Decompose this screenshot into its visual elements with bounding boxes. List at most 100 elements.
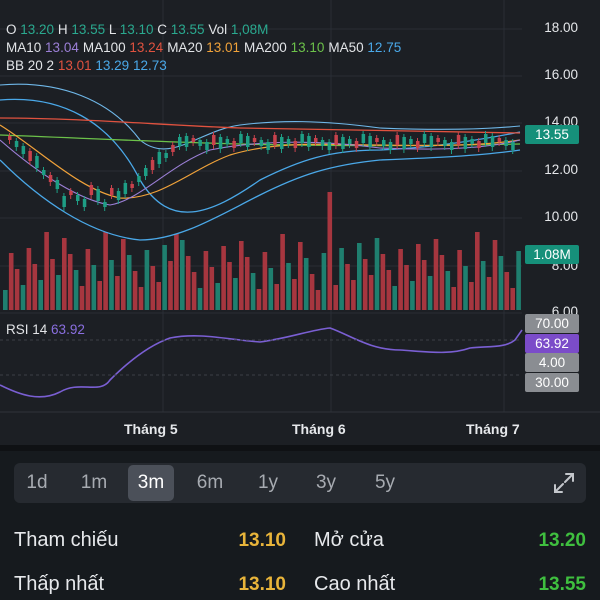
open-price-value: 13.20 (538, 530, 586, 551)
candle-body (402, 137, 406, 149)
volume-bar (256, 289, 262, 310)
tab-3y[interactable]: 3y (303, 463, 349, 503)
ma-value: 12.75 (367, 40, 402, 55)
volume-bar (433, 239, 439, 310)
volume-bar (132, 271, 138, 310)
candle-body (21, 146, 26, 154)
volume-bar (298, 242, 303, 310)
expand-icon[interactable] (552, 471, 576, 495)
volume-bar (280, 234, 285, 310)
low-price-value: 13.10 (238, 574, 286, 595)
candle-body (504, 140, 508, 146)
candle-body (450, 142, 454, 150)
volume-bar (321, 253, 327, 310)
volume-bar (386, 270, 392, 310)
high-price-value: 13.55 (538, 574, 586, 595)
volume-bar (191, 272, 197, 310)
volume-bar (126, 255, 132, 310)
bb-lower-value: 12.73 (132, 58, 167, 73)
volume-bar (109, 260, 114, 310)
tab-5y[interactable]: 5y (362, 463, 408, 503)
chart-area[interactable]: O 13.20 H 13.55 L 13.10 C 13.55 Vol 1,08… (0, 0, 600, 445)
candle-body (171, 145, 175, 152)
rsi-middle-level-tag: 4.00 (525, 353, 579, 372)
candle-body (35, 156, 39, 168)
volume-bar (73, 270, 79, 310)
volume-bar (227, 262, 232, 310)
high-price-label: Cao nhất (314, 573, 396, 595)
candle-body (76, 195, 80, 201)
rsi-label: RSI 14 (6, 322, 48, 337)
candle-body (225, 139, 230, 144)
ma-label: MA50 (328, 40, 364, 55)
month-label: Tháng 7 (466, 421, 520, 437)
price-axis-label: 18.00 (544, 20, 578, 35)
volume-bar (239, 241, 244, 310)
candle-body (42, 170, 46, 175)
candle-body (456, 135, 461, 145)
ma-value: 13.10 (290, 40, 325, 55)
volume-bar (362, 259, 368, 310)
open-label: O (6, 22, 17, 37)
divider (0, 445, 600, 451)
volume-bar (121, 239, 126, 310)
rsi-upper-level-tag: 70.00 (525, 314, 579, 333)
high-value: 13.55 (71, 22, 106, 37)
volume-bar (510, 288, 515, 310)
tab-1d[interactable]: 1d (14, 463, 60, 503)
candle-body (307, 136, 311, 147)
ma-label: MA20 (167, 40, 203, 55)
candle-body (314, 138, 318, 142)
ma50-line (0, 83, 521, 150)
tab-6m[interactable]: 6m (187, 463, 233, 503)
volume-bar (3, 290, 8, 310)
volume-bar (62, 238, 67, 310)
volume-bar (445, 271, 451, 310)
volume-bar (374, 238, 380, 310)
volume-bar (392, 286, 397, 310)
tab-1y[interactable]: 1y (245, 463, 291, 503)
volume-bar (410, 281, 415, 310)
ma-value: 13.04 (45, 40, 79, 55)
volume-bar (50, 259, 55, 310)
low-price-label: Thấp nhất (14, 573, 105, 595)
candle-body (8, 136, 12, 140)
candle-body (184, 136, 189, 147)
volume-bar (516, 251, 521, 310)
volume-bar (97, 281, 102, 310)
candle-body (205, 142, 209, 150)
candle-body (198, 140, 202, 146)
volume-bar (79, 286, 85, 310)
ma-label: MA200 (244, 40, 287, 55)
current-price-tag: 13.55 (525, 125, 579, 144)
ma-row: MA10 13.04 MA100 13.24 MA20 13.01 MA200 13.… (6, 40, 405, 55)
candle-body (48, 175, 53, 182)
candle-body (409, 139, 413, 144)
low-label: L (108, 22, 116, 37)
candle-body (116, 191, 121, 200)
volume-bar (268, 268, 274, 310)
candle-body (62, 196, 66, 207)
candle-body (178, 137, 182, 146)
tab-1m[interactable]: 1m (71, 463, 117, 503)
volume-bar (67, 254, 73, 310)
candle-body (436, 138, 440, 142)
volume-bar (357, 243, 362, 310)
volume-bar (197, 288, 203, 310)
month-label: Tháng 5 (124, 421, 178, 437)
tab-3m[interactable]: 3m (128, 465, 174, 501)
volume-bar (398, 249, 403, 310)
volume-bar (404, 265, 409, 310)
volume-bar (203, 251, 209, 310)
volume-bar (44, 232, 49, 310)
volume-bar (345, 264, 350, 310)
timeframe-tabs: 1d 1m 3m 6m 1y 3y 5y (14, 463, 586, 503)
volume-bar (475, 232, 480, 310)
candle-body (110, 188, 114, 195)
volume-bar (185, 256, 191, 310)
candle-body (252, 138, 257, 142)
candle-body (388, 142, 393, 150)
candle-body (477, 141, 481, 148)
reference-price-label: Tham chiếu (14, 529, 119, 551)
volume-bar (451, 287, 456, 310)
